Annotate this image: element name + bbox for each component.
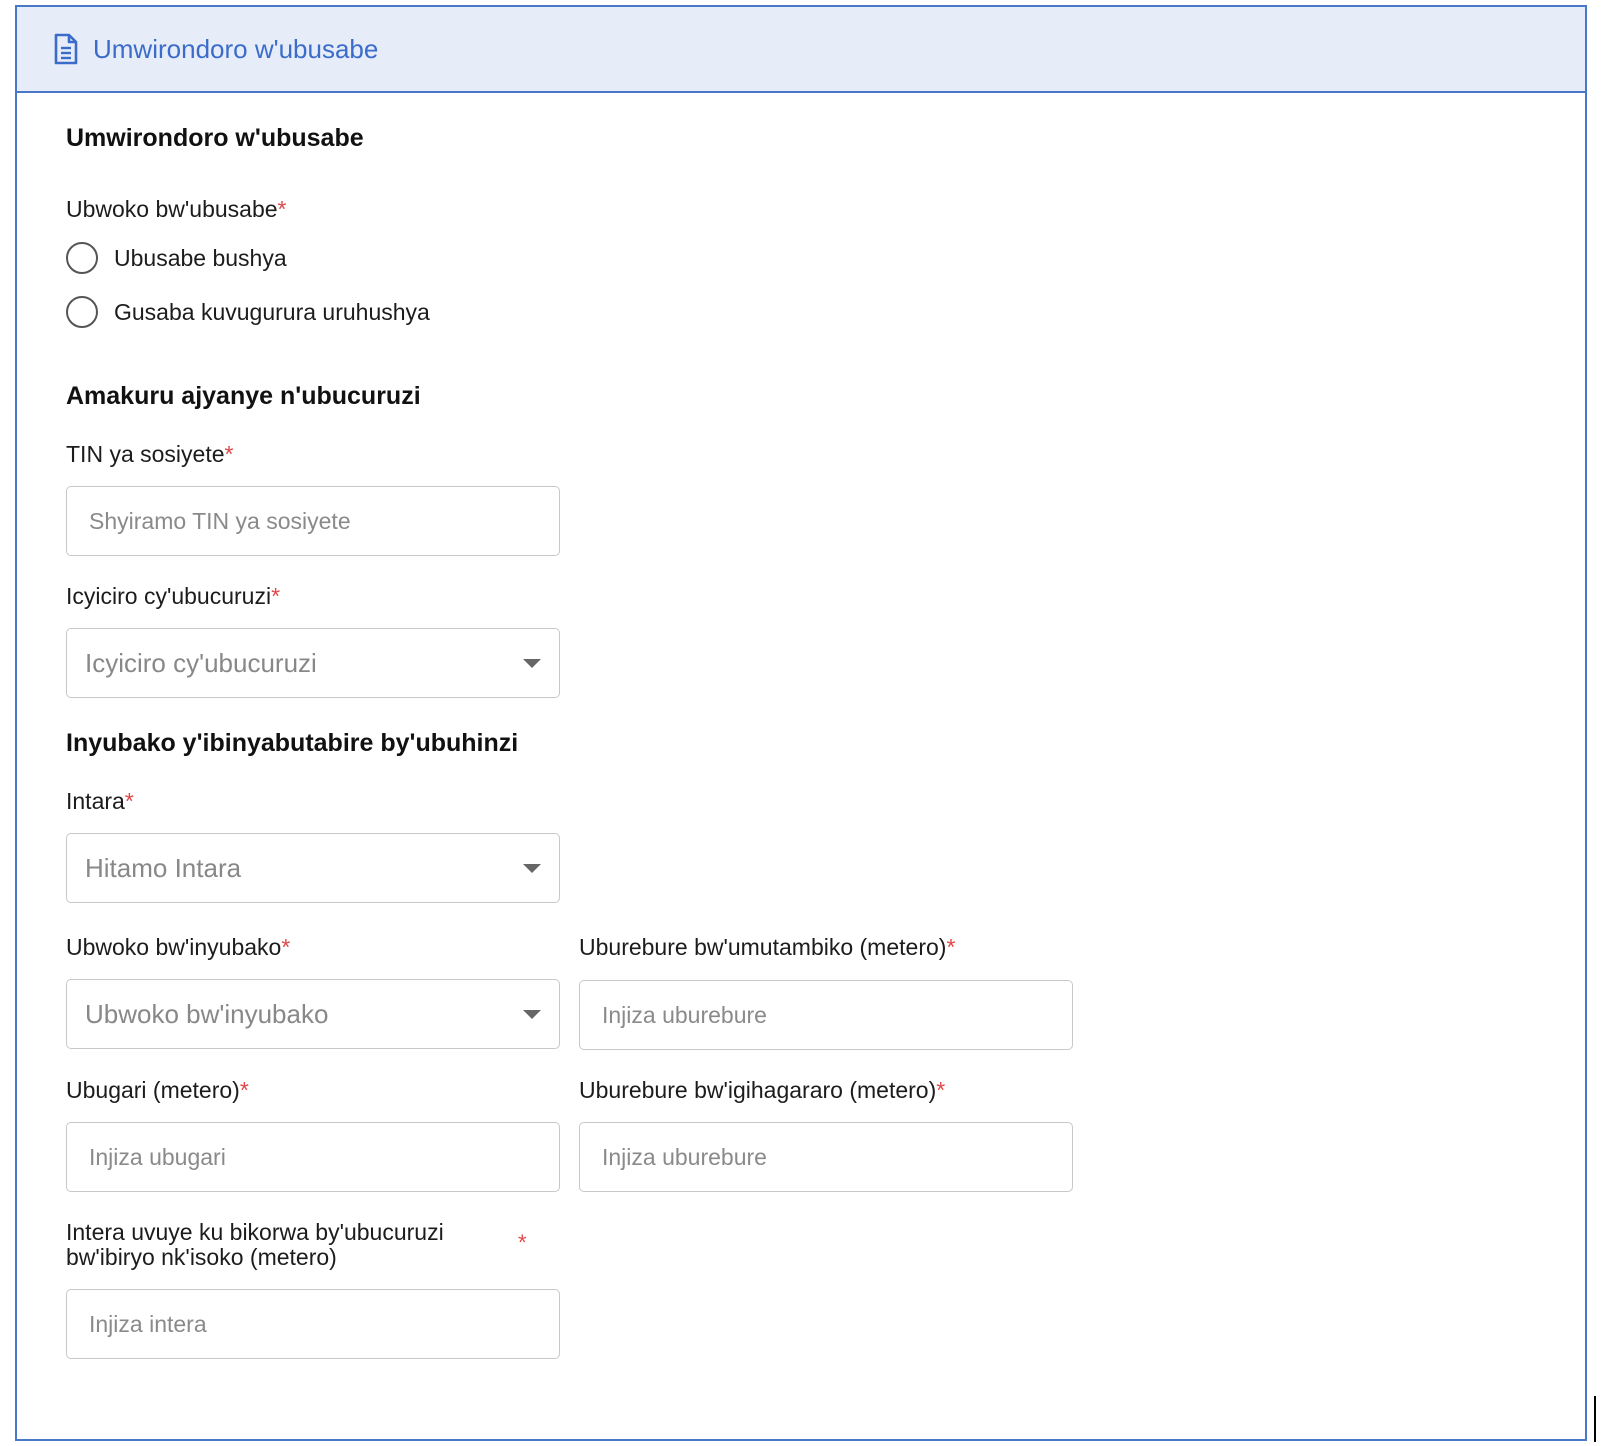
distance-label: Intera uvuye ku bikorwa by'ubucuruzi bw'… [66,1220,444,1270]
storage-length-label: Uburebure bw'umutambiko (metero)* [579,934,955,961]
province-label-text: Intara [66,788,125,814]
distance-input-placeholder: Injiza intera [89,1310,207,1337]
distance-label-line1: Intera uvuye ku bikorwa by'ubucuruzi [66,1219,444,1245]
province-select[interactable]: Hitamo Intara [66,833,560,903]
distance-label-line2: bw'ibiryo nk'isoko (metero) [66,1244,337,1270]
section-title-profile: Umwirondoro w'ubusabe [66,124,364,152]
storage-length-input-placeholder: Injiza uburebure [602,1001,767,1028]
required-marker: * [518,1230,527,1255]
radio-label-renewal: Gusaba kuvugurura uruhushya [114,298,430,325]
required-marker: * [271,583,281,609]
radio-label-new: Ubusabe bushya [114,244,287,271]
width-input[interactable]: Injiza ubugari [66,1122,560,1192]
height-input-placeholder: Injiza uburebure [602,1143,767,1170]
storage-length-label-text: Uburebure bw'umutambiko (metero) [579,934,947,960]
card-header: Umwirondoro w'ubusabe [17,7,1585,93]
height-label-text: Uburebure bw'igihagararo (metero) [579,1077,937,1103]
required-marker: * [936,1077,946,1103]
building-type-select-placeholder: Ubwoko bw'inyubako [85,998,329,1029]
radio-option-renewal[interactable]: Gusaba kuvugurura uruhushya [66,296,430,328]
branch-label-text: Icyiciro cy'ubucuruzi [66,583,272,609]
card-header-title: Umwirondoro w'ubusabe [93,33,379,64]
tin-label-text: TIN ya sosiyete [66,441,225,467]
building-type-label-text: Ubwoko bw'inyubako [66,934,282,960]
height-label: Uburebure bw'igihagararo (metero)* [579,1077,945,1104]
radio-option-new[interactable]: Ubusabe bushya [66,242,287,274]
branch-label: Icyiciro cy'ubucuruzi* [66,583,280,610]
tin-input-placeholder: Shyiramo TIN ya sosiyete [89,507,351,534]
width-label: Ubugari (metero)* [66,1077,249,1104]
height-input[interactable]: Injiza uburebure [579,1122,1073,1192]
tin-input[interactable]: Shyiramo TIN ya sosiyete [66,486,560,556]
document-icon [53,33,79,65]
branch-select[interactable]: Icyiciro cy'ubucuruzi [66,628,560,698]
caret-down-icon [523,1009,541,1019]
width-label-text: Ubugari (metero) [66,1077,240,1103]
required-marker: * [277,196,287,222]
text-cursor [1594,1396,1596,1442]
tin-label: TIN ya sosiyete* [66,441,233,468]
request-type-label-text: Ubwoko bw'ubusabe [66,196,278,222]
storage-length-input[interactable]: Injiza uburebure [579,980,1073,1050]
caret-down-icon [523,863,541,873]
radio-button-new[interactable] [66,242,98,274]
distance-input[interactable]: Injiza intera [66,1289,560,1359]
section-title-business: Amakuru ajyanye n'ubucuruzi [66,382,421,410]
section-title-facility: Inyubako y'ibinyabutabire by'ubuhinzi [66,729,519,757]
building-type-select[interactable]: Ubwoko bw'inyubako [66,979,560,1049]
caret-down-icon [523,658,541,668]
building-type-label: Ubwoko bw'inyubako* [66,934,290,961]
radio-button-renewal[interactable] [66,296,98,328]
required-marker: * [281,934,291,960]
province-label: Intara* [66,788,134,815]
required-marker: * [946,934,956,960]
required-marker: * [239,1077,249,1103]
required-marker: * [224,441,234,467]
request-type-label: Ubwoko bw'ubusabe* [66,196,286,223]
branch-select-placeholder: Icyiciro cy'ubucuruzi [85,647,317,678]
width-input-placeholder: Injiza ubugari [89,1143,226,1170]
required-marker: * [124,788,134,814]
province-select-placeholder: Hitamo Intara [85,852,242,883]
